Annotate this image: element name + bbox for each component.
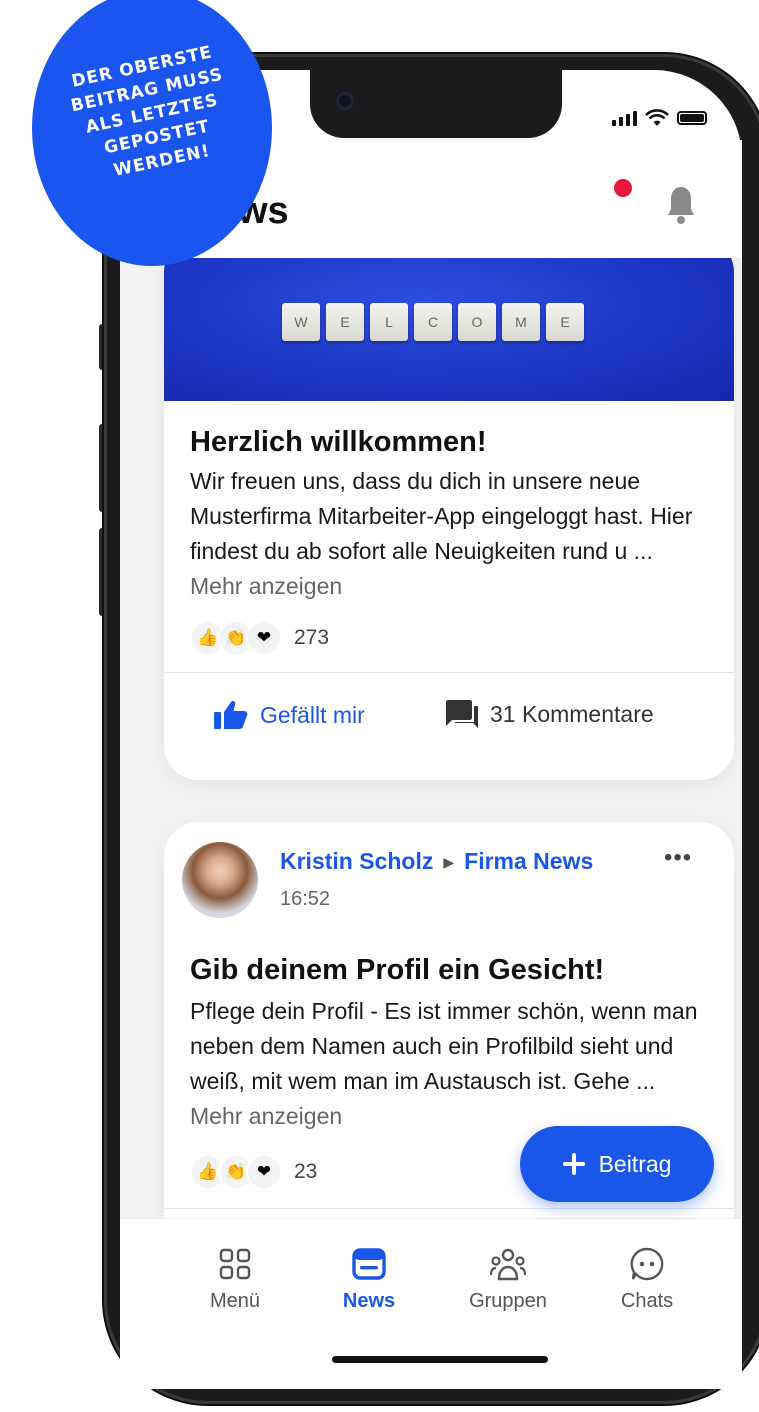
reaction-count: 273	[294, 626, 330, 649]
caret-right-icon: ▶	[443, 854, 455, 870]
post-body-ellipsis: ...	[636, 1068, 656, 1094]
thumbs-up-icon	[214, 701, 248, 729]
chat-icon	[630, 1247, 664, 1281]
post-title: Herzlich willkommen!	[190, 426, 487, 458]
news-feed[interactable]: W E L C O M E Herzlich willkommen! Wir f…	[120, 258, 742, 1218]
plus-icon	[562, 1153, 585, 1175]
post-banner-image: W E L C O M E	[164, 258, 734, 401]
post-author-line: Kristin Scholz ▶ Firma News	[280, 848, 593, 875]
letter-tile: M	[502, 303, 540, 341]
tab-label: Chats	[620, 1290, 674, 1312]
author-avatar[interactable]	[182, 842, 258, 918]
letter-tile: E	[326, 303, 364, 341]
tab-news[interactable]: News	[314, 1244, 424, 1313]
more-options-icon[interactable]: •••	[664, 844, 692, 872]
tab-label: Menü	[209, 1290, 261, 1312]
heart-icon: ❤	[246, 1154, 282, 1190]
like-button[interactable]: Gefällt mir	[214, 700, 365, 730]
letter-tile: L	[370, 303, 408, 341]
post-card[interactable]: W E L C O M E Herzlich willkommen! Wir f…	[164, 258, 734, 780]
status-bar	[612, 106, 707, 130]
channel-name[interactable]: Firma News	[464, 848, 593, 874]
post-body: Wir freuen uns, dass du dich in unsere n…	[190, 464, 700, 604]
bell-icon[interactable]	[666, 184, 696, 226]
news-icon	[352, 1248, 386, 1280]
heart-icon: ❤	[246, 620, 282, 656]
comments-label: 31 Kommentare	[490, 700, 654, 727]
more-link[interactable]: Mehr anzeigen	[190, 1103, 342, 1129]
post-title: Gib deinem Profil ein Gesicht!	[190, 954, 605, 986]
post-body-ellipsis: ...	[633, 538, 653, 564]
home-indicator[interactable]	[332, 1356, 548, 1363]
tab-menu[interactable]: Menü	[180, 1244, 290, 1313]
comment-icon	[446, 700, 478, 728]
post-time: 16:52	[280, 888, 331, 910]
post-body-text: Wir freuen uns, dass du dich in unsere n…	[190, 468, 693, 564]
divider	[164, 1208, 734, 1209]
battery-icon	[677, 111, 707, 125]
divider	[164, 672, 734, 673]
new-post-label: Beitrag	[598, 1150, 672, 1177]
reaction-summary[interactable]: 👍 👏 ❤ 23	[190, 1154, 317, 1190]
grid-icon	[219, 1248, 251, 1280]
letter-tile: W	[282, 303, 320, 341]
author-name[interactable]: Kristin Scholz	[280, 848, 433, 874]
front-camera	[336, 92, 354, 110]
letter-tile: E	[546, 303, 584, 341]
tab-label: Gruppen	[469, 1290, 547, 1312]
new-post-button[interactable]: Beitrag	[520, 1126, 714, 1202]
notification-dot	[614, 179, 632, 197]
wifi-icon	[645, 109, 669, 126]
tab-groups[interactable]: Gruppen	[453, 1244, 563, 1313]
signal-icon	[612, 110, 637, 126]
letter-tile: O	[458, 303, 496, 341]
reaction-summary[interactable]: 👍 👏 ❤ 273	[190, 620, 329, 656]
tab-chats[interactable]: Chats	[592, 1244, 702, 1313]
reaction-count: 23	[294, 1160, 318, 1183]
comments-button[interactable]: 31 Kommentare	[446, 700, 654, 728]
letter-tile: C	[414, 303, 452, 341]
welcome-tiles: W E L C O M E	[282, 303, 584, 341]
groups-icon	[489, 1248, 527, 1281]
post-body: Pflege dein Profil - Es ist immer schön,…	[190, 994, 700, 1134]
post-body-text: Pflege dein Profil - Es ist immer schön,…	[190, 998, 698, 1094]
more-link[interactable]: Mehr anzeigen	[190, 573, 342, 599]
like-label: Gefällt mir	[260, 701, 365, 728]
tab-label: News	[342, 1290, 396, 1312]
